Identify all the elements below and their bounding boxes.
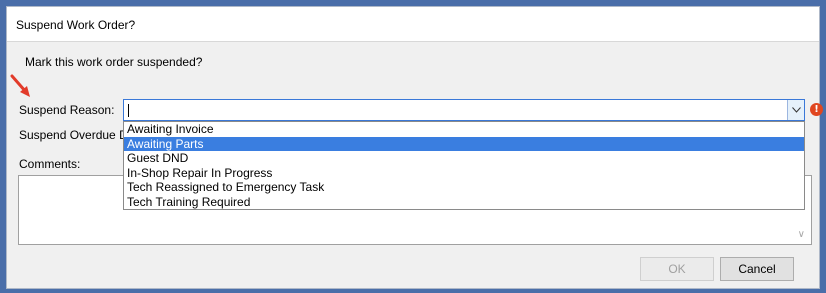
- dropdown-toggle-button[interactable]: [787, 100, 804, 120]
- exclamation-error-icon: !: [810, 103, 823, 116]
- dropdown-option[interactable]: Tech Training Required: [124, 195, 804, 210]
- suspend-overdue-label: Suspend Overdue D: [19, 128, 128, 142]
- dialog-prompt: Mark this work order suspended?: [25, 55, 203, 69]
- chevron-down-icon: [791, 107, 801, 113]
- suspend-work-order-dialog: Suspend Work Order? Mark this work order…: [6, 6, 823, 289]
- ok-button[interactable]: OK: [640, 257, 714, 281]
- red-arrow-icon: [10, 74, 30, 97]
- cancel-button[interactable]: Cancel: [720, 257, 794, 281]
- dropdown-option[interactable]: Guest DND: [124, 151, 804, 166]
- text-caret: [128, 104, 129, 117]
- comments-label: Comments:: [19, 157, 81, 171]
- dialog-titlebar: Suspend Work Order?: [7, 7, 819, 42]
- dropdown-option[interactable]: Awaiting Invoice: [124, 122, 804, 137]
- suspend-reason-combobox[interactable]: [123, 99, 805, 121]
- dropdown-option[interactable]: In-Shop Repair In Progress: [124, 166, 804, 181]
- suspend-reason-dropdown-list: Awaiting Invoice Awaiting Parts Guest DN…: [123, 121, 805, 210]
- dropdown-option[interactable]: Tech Reassigned to Emergency Task: [124, 180, 804, 195]
- dropdown-option-highlighted[interactable]: Awaiting Parts: [124, 136, 804, 151]
- dialog-title: Suspend Work Order?: [16, 18, 136, 32]
- scroll-down-icon[interactable]: ∨: [798, 229, 805, 240]
- suspend-reason-label: Suspend Reason:: [19, 103, 115, 117]
